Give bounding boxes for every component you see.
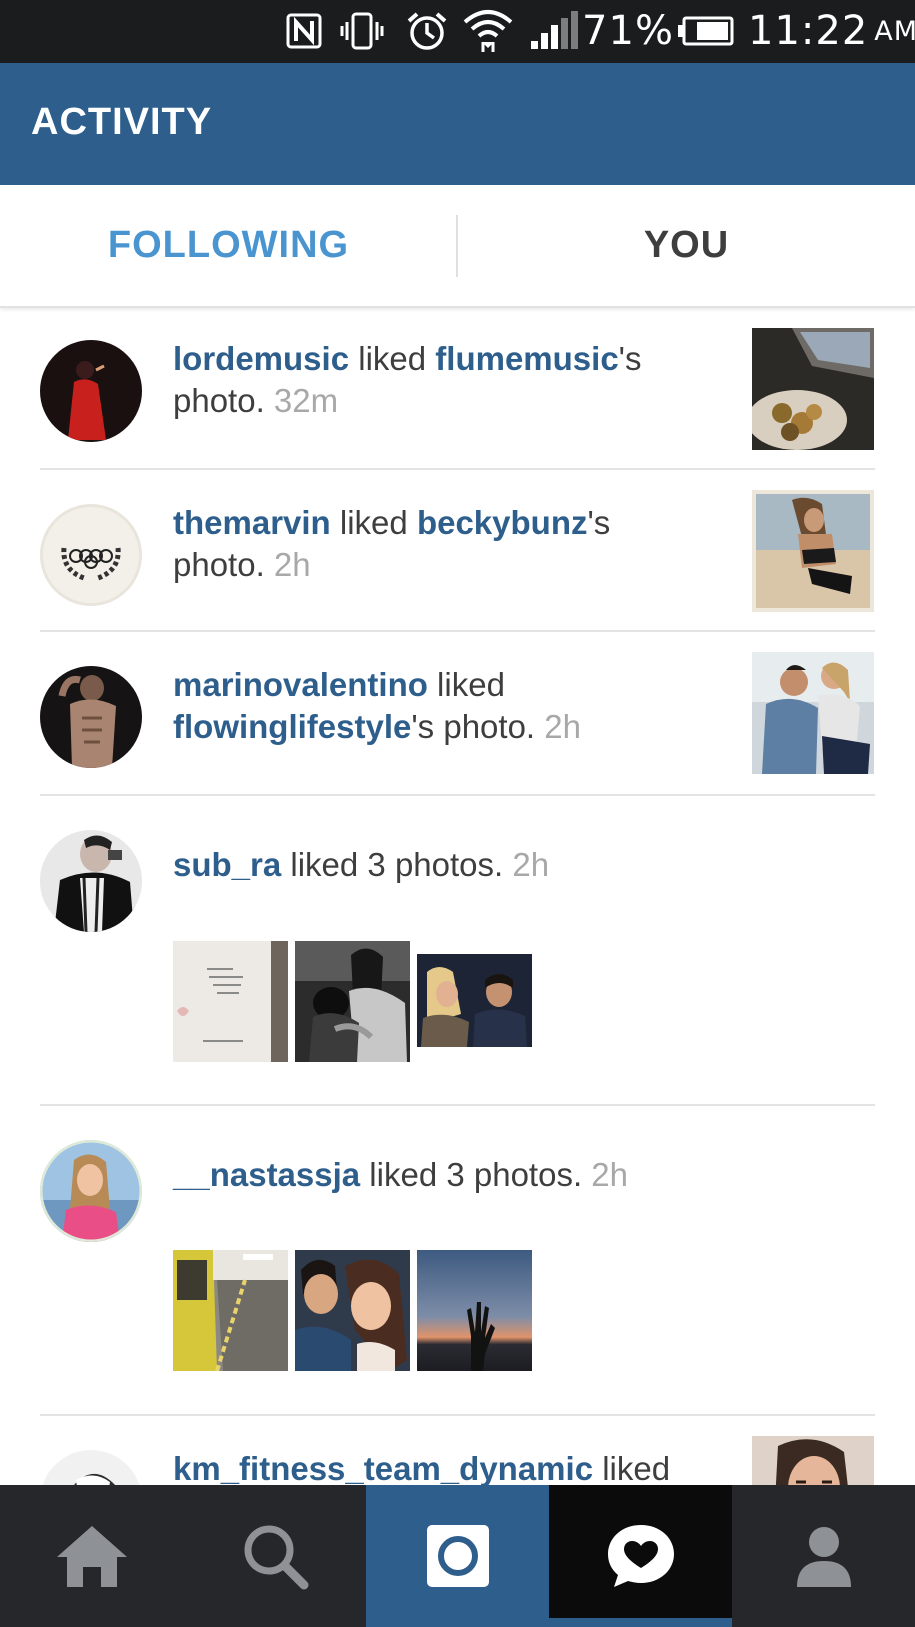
list-item[interactable]: __nastassja liked 3 photos. 2h [0, 1106, 915, 1416]
avatar[interactable] [40, 504, 142, 606]
activity-line2: photo. [173, 546, 265, 583]
avatar[interactable] [40, 340, 142, 442]
clock: 11:22 AM [748, 8, 915, 54]
nav-profile-button[interactable] [732, 1485, 915, 1627]
activity-suffix: 's [618, 340, 642, 377]
activity-verb: liked [349, 340, 436, 377]
username-link[interactable]: __nastassja [173, 1156, 360, 1193]
status-bar: 71% 11:22 AM [0, 0, 915, 63]
profile-icon [796, 1527, 851, 1587]
list-item[interactable]: marinovalentino liked flowinglifestyle's… [0, 632, 915, 796]
activity-verb: liked 3 photos. [281, 846, 504, 883]
post-thumbnail[interactable] [417, 954, 532, 1047]
wifi-icon [462, 8, 514, 54]
avatar[interactable] [40, 1450, 142, 1485]
activity-verb: liked [427, 666, 505, 703]
username-link[interactable]: lordemusic [173, 340, 349, 377]
activity-verb: liked [330, 504, 417, 541]
activity-text: sub_ra liked 3 photos. 2h [173, 844, 549, 886]
target-username-link[interactable]: flowinglifestyle [173, 708, 411, 745]
post-thumbnail[interactable] [752, 652, 874, 774]
activity-text: __nastassja liked 3 photos. 2h [173, 1154, 628, 1196]
post-thumbnail[interactable] [752, 328, 874, 450]
post-thumbnail[interactable] [752, 490, 874, 612]
username-link[interactable]: km_fitness_team_dynamic [173, 1450, 593, 1485]
activity-verb: liked 3 photos. [360, 1156, 583, 1193]
post-thumbnail[interactable] [417, 1250, 532, 1371]
activity-suffix: 's photo. [411, 708, 536, 745]
post-thumbnail[interactable] [752, 1436, 874, 1485]
activity-text: themarvin liked beckybunz's photo. 2h [173, 502, 610, 586]
list-item[interactable]: km_fitness_team_dynamic liked [0, 1416, 915, 1485]
timestamp: 2h [591, 1156, 629, 1193]
avatar[interactable] [40, 830, 142, 932]
post-thumbnail[interactable] [173, 1250, 288, 1371]
bottom-navigation [0, 1485, 915, 1627]
tab-you[interactable]: YOU [458, 185, 915, 306]
avatar[interactable] [40, 1140, 142, 1242]
nav-home-button[interactable] [0, 1485, 183, 1627]
signal-icon [528, 8, 580, 54]
home-icon [56, 1526, 127, 1587]
clock-ampm: AM [874, 15, 915, 47]
target-username-link[interactable]: beckybunz [417, 504, 588, 541]
activity-heart-icon [607, 1525, 674, 1587]
app-header: ACTIVITY [0, 63, 915, 185]
post-thumbnail[interactable] [295, 1250, 410, 1371]
battery-percent: 71% [582, 8, 674, 54]
nav-activity-button[interactable] [549, 1485, 732, 1627]
active-tab-indicator [549, 1618, 732, 1627]
list-item[interactable]: themarvin liked beckybunz's photo. 2h [0, 470, 915, 632]
activity-line2: photo. [173, 382, 265, 419]
activity-text: marinovalentino liked flowinglifestyle's… [173, 664, 581, 748]
post-thumbnail[interactable] [295, 941, 410, 1062]
timestamp: 2h [544, 708, 581, 745]
search-icon [244, 1525, 308, 1590]
alarm-icon [404, 8, 450, 54]
activity-text: km_fitness_team_dynamic liked [173, 1448, 670, 1485]
page-title: ACTIVITY [31, 101, 213, 143]
activity-suffix: 's [587, 504, 611, 541]
activity-tabs: FOLLOWING YOU [0, 185, 915, 308]
username-link[interactable]: sub_ra [173, 846, 281, 883]
tab-following[interactable]: FOLLOWING [0, 185, 457, 306]
timestamp: 2h [512, 846, 550, 883]
clock-time: 11:22 [748, 8, 869, 54]
activity-text: lordemusic liked flumemusic's photo. 32m [173, 338, 641, 422]
username-link[interactable]: themarvin [173, 504, 331, 541]
activity-feed[interactable]: lordemusic liked flumemusic's photo. 32m… [0, 310, 915, 1485]
vibrate-icon [338, 8, 386, 54]
timestamp: 2h [273, 546, 311, 583]
battery-icon [676, 8, 736, 54]
activity-verb: liked [593, 1450, 671, 1485]
target-username-link[interactable]: flumemusic [435, 340, 618, 377]
avatar[interactable] [40, 666, 142, 768]
timestamp: 32m [273, 382, 339, 419]
list-item[interactable]: lordemusic liked flumemusic's photo. 32m [0, 310, 915, 470]
camera-icon [426, 1525, 489, 1587]
username-link[interactable]: marinovalentino [173, 666, 428, 703]
post-thumbnail[interactable] [173, 941, 288, 1062]
nav-search-button[interactable] [183, 1485, 366, 1627]
nfc-icon [282, 8, 326, 54]
nav-camera-button[interactable] [366, 1485, 549, 1627]
list-item[interactable]: sub_ra liked 3 photos. 2h [0, 796, 915, 1106]
